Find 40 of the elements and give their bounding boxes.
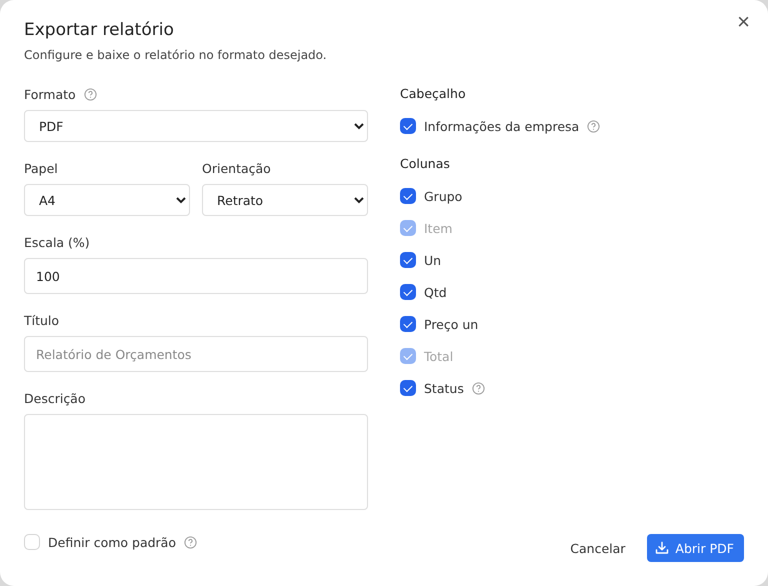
field-label: Título (24, 312, 60, 328)
section-heading: Colunas (400, 156, 451, 172)
checkbox-label: Qtd (424, 284, 447, 300)
checkbox[interactable] (400, 188, 416, 204)
field-label: Escala (%) (24, 234, 90, 250)
format-select[interactable]: PDF (24, 110, 368, 142)
checkbox[interactable] (400, 284, 416, 300)
dialog-title: Exportar relatório (24, 20, 175, 40)
open-pdf-button[interactable]: Abrir PDF (647, 534, 744, 562)
dialog-subtitle: Configure e baixe o relatório no formato desejado. (24, 48, 328, 62)
title-input[interactable]: Relatório de Orçamentos (24, 336, 368, 372)
checkbox[interactable] (400, 252, 416, 268)
section-heading: Cabeçalho (400, 86, 467, 102)
download-icon (655, 541, 670, 555)
checkbox-label: Informações da empresa (424, 118, 580, 134)
checkbox[interactable] (24, 534, 40, 550)
checkbox-label: Preço un (424, 316, 478, 332)
checkbox-label: Grupo (424, 188, 462, 204)
checkbox[interactable] (400, 380, 416, 396)
checkbox-label: Definir como padrão (48, 534, 176, 550)
scale-input[interactable]: 100 (24, 258, 368, 294)
field-label: Papel (24, 160, 58, 176)
cancel-button[interactable]: Cancelar (564, 540, 632, 556)
close-button[interactable]: × (733, 10, 754, 34)
help-icon[interactable] (587, 120, 600, 132)
help-icon[interactable] (84, 88, 97, 100)
description-field[interactable] (24, 414, 368, 510)
orientation-select[interactable]: Retrato (202, 184, 368, 216)
checkbox-label: Item (424, 220, 452, 236)
checkbox-label: Un (424, 252, 442, 268)
checkbox-label: Total (424, 348, 454, 364)
checkbox-label: Status (424, 380, 464, 396)
help-icon[interactable] (184, 536, 197, 548)
field-label: Formato (24, 86, 76, 102)
paper-select[interactable]: A4 (24, 184, 190, 216)
checkbox[interactable] (400, 316, 416, 332)
checkbox[interactable] (400, 118, 416, 134)
field-label: Descrição (24, 390, 86, 406)
field-label: Orientação (202, 160, 271, 176)
help-icon[interactable] (472, 382, 485, 394)
